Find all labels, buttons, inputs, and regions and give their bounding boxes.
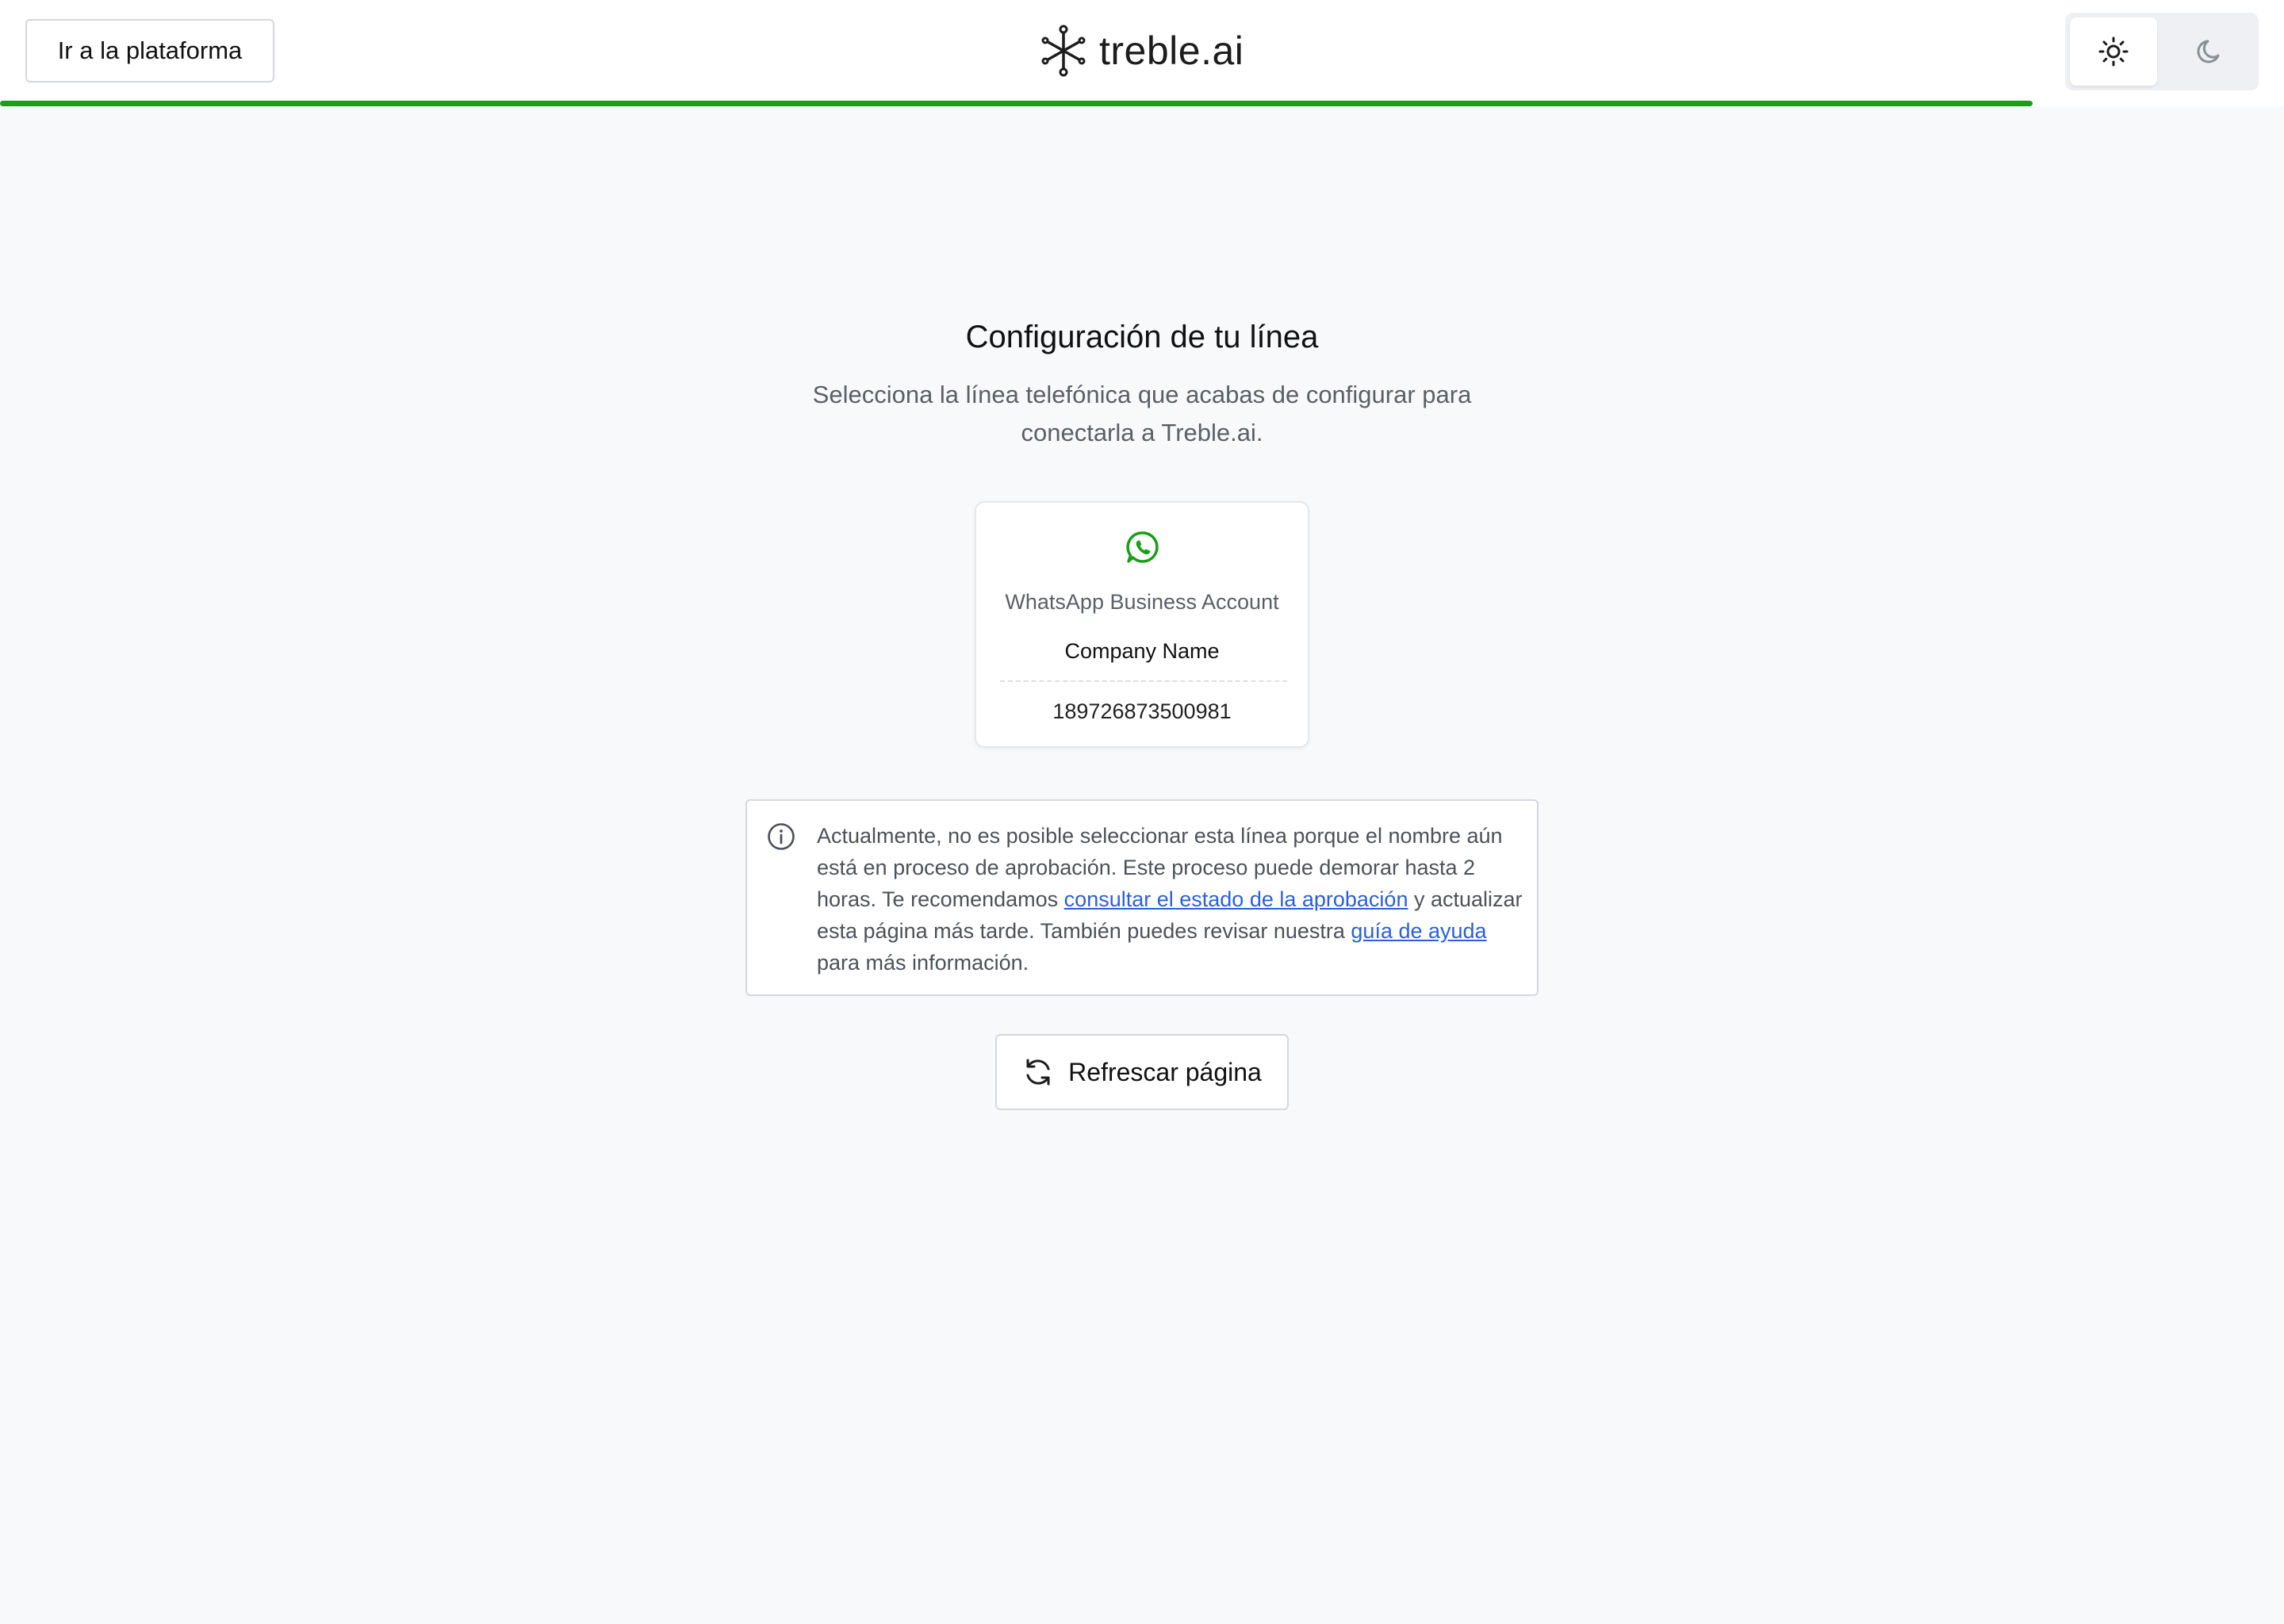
phone-line-card[interactable]: WhatsApp Business Account Company Name 1… bbox=[975, 501, 1309, 748]
notice-text: Actualmente, no es posible seleccionar e… bbox=[817, 820, 1523, 979]
help-guide-link[interactable]: guía de ayuda bbox=[1351, 919, 1486, 943]
refresh-page-button[interactable]: Refrescar página bbox=[995, 1034, 1289, 1110]
top-header: Ir a la plataforma treble.ai bbox=[0, 0, 2284, 106]
dark-theme-button[interactable] bbox=[2167, 17, 2254, 86]
sun-icon bbox=[2098, 36, 2129, 67]
approval-notice: Actualmente, no es posible seleccionar e… bbox=[745, 799, 1539, 996]
light-theme-button[interactable] bbox=[2070, 17, 2157, 86]
refresh-icon bbox=[1026, 1059, 1050, 1086]
phone-number-id: 189726873500981 bbox=[1052, 699, 1232, 723]
page-subtitle: Selecciona la línea telefónica que acaba… bbox=[812, 381, 1472, 446]
theme-toggle bbox=[2065, 13, 2259, 90]
brand-name: treble.ai bbox=[1099, 29, 1244, 73]
approval-status-link[interactable]: consultar el estado de la aprobación bbox=[1064, 887, 1408, 911]
treble-logo-icon bbox=[1041, 25, 1086, 77]
brand-logo: treble.ai bbox=[1039, 22, 1244, 79]
account-type-label: WhatsApp Business Account bbox=[1005, 590, 1279, 614]
go-to-platform-button[interactable]: Ir a la plataforma bbox=[25, 19, 274, 82]
whatsapp-icon bbox=[1126, 531, 1159, 563]
info-icon bbox=[768, 823, 795, 850]
progress-bar bbox=[0, 101, 2033, 106]
refresh-button-label: Refrescar página bbox=[1068, 1057, 1262, 1086]
card-divider bbox=[1000, 680, 1287, 682]
moon-icon bbox=[2197, 40, 2220, 63]
page-title: Configuración de tu línea bbox=[965, 320, 1319, 354]
company-name: Company Name bbox=[1064, 639, 1220, 663]
notice-text-part-3: para más información. bbox=[817, 951, 1029, 975]
